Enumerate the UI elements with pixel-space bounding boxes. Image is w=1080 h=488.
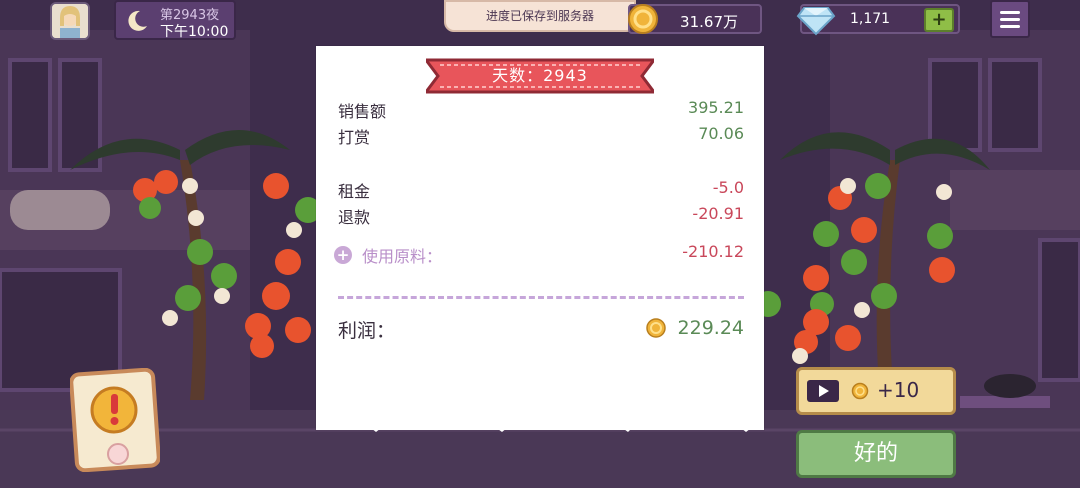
ingredients-value-row: -210.12 [338, 242, 744, 266]
refund-label: 退款 [338, 208, 371, 227]
coin-icon [628, 4, 658, 34]
day-title: 天数：2943 [492, 66, 588, 85]
diamond-icon [796, 7, 836, 36]
ad-reward-amount: +10 [877, 378, 920, 402]
tips-label: 打赏 [338, 128, 371, 147]
rent-label: 租金 [338, 182, 371, 201]
rent-row: 租金 -5.0 [338, 178, 744, 202]
coin-balance: 31.67万 [628, 4, 762, 34]
sales-label: 销售额 [338, 102, 387, 121]
refund-row: 退款 -20.91 [338, 204, 744, 228]
day-time-badge: 第2943夜 下午10:00 [114, 0, 236, 40]
menu-button[interactable] [990, 0, 1030, 38]
coin-amount: 31.67万 [680, 13, 738, 31]
play-video-icon [807, 380, 839, 402]
save-status-toast: 进度已保存到服务器 [444, 0, 636, 32]
moon-icon [128, 10, 147, 31]
ok-button[interactable]: 好的 [796, 430, 956, 478]
profit-coin-icon [646, 318, 666, 338]
player-avatar[interactable] [50, 2, 90, 40]
alert-card[interactable] [70, 368, 160, 472]
gem-balance: 1,171 + [796, 4, 960, 36]
game-clock: 下午10:00 [160, 24, 229, 40]
add-gems-button[interactable]: + [924, 8, 954, 32]
receipt-divider [338, 296, 744, 299]
refund-value: -20.91 [692, 204, 744, 223]
watch-ad-reward-button[interactable]: +10 [796, 367, 956, 415]
profit-value: 229.24 [677, 317, 744, 339]
tips-value: 70.06 [698, 124, 744, 143]
rent-value: -5.0 [712, 178, 744, 197]
sales-value: 395.21 [688, 98, 744, 117]
hamburger-icon [1000, 11, 1020, 14]
tips-row: 打赏 70.06 [338, 124, 744, 148]
sales-row: 销售额 395.21 [338, 98, 744, 122]
profit-label: 利润： [338, 320, 396, 342]
ingredients-value: -210.12 [682, 242, 744, 261]
coin-icon [851, 382, 869, 400]
receipt-torn-edge [316, 398, 764, 432]
avatar-portrait-icon [52, 4, 88, 38]
gem-amount: 1,171 [850, 11, 891, 27]
